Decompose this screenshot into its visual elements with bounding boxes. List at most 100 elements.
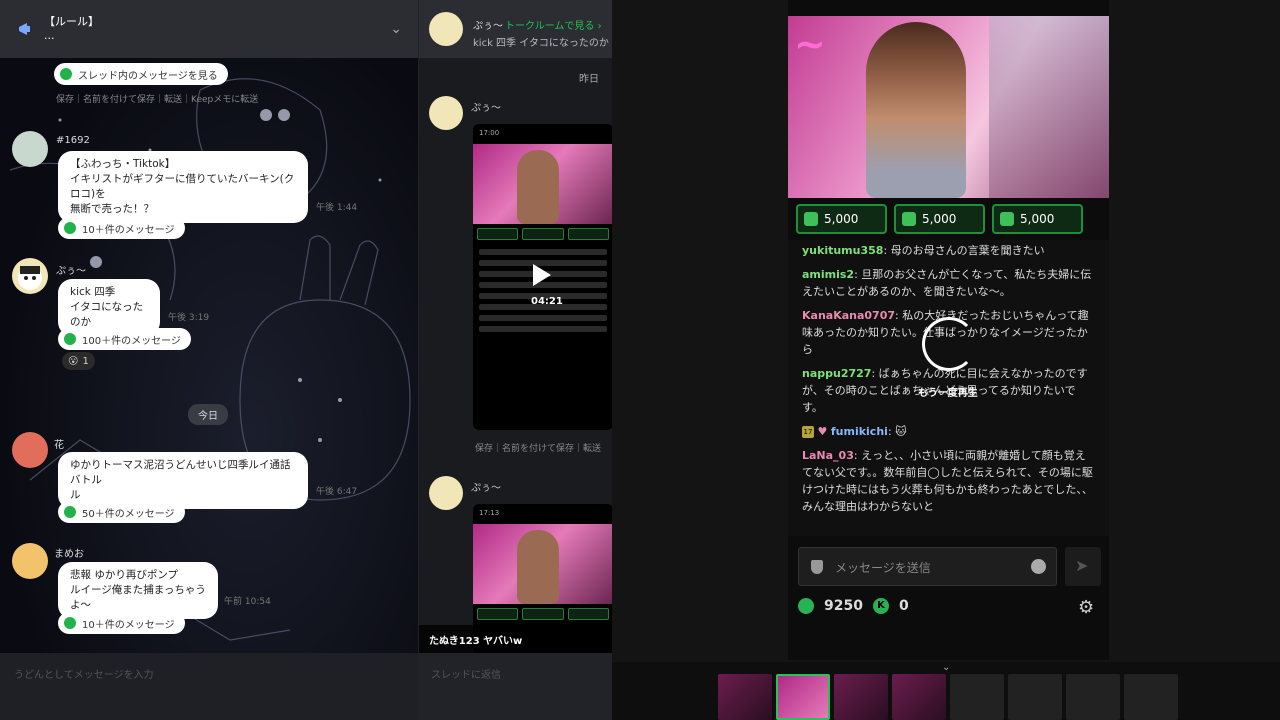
- video-background-room: [989, 16, 1109, 198]
- comment-user[interactable]: KanaKana0707: [802, 309, 895, 322]
- thumbnail[interactable]: [718, 674, 772, 720]
- avatar[interactable]: [429, 96, 463, 130]
- shield-icon: [811, 560, 823, 574]
- sticker-icon: 🐱: [895, 425, 907, 438]
- thread-count-button[interactable]: 50＋件のメッセージ: [58, 501, 185, 523]
- thread-icon: [64, 222, 76, 234]
- sender-name: 花: [54, 440, 64, 451]
- thread-count-button[interactable]: 10＋件のメッセージ: [58, 217, 185, 239]
- comment-user[interactable]: yukitumu358: [802, 244, 883, 257]
- shot-status-time: 17:13: [479, 509, 500, 517]
- video-attachment[interactable]: 17:00 04:21: [473, 124, 612, 430]
- gift-button[interactable]: 5,000: [894, 204, 985, 234]
- thread-icon: [64, 333, 76, 345]
- gear-icon[interactable]: ⚙: [1078, 597, 1094, 618]
- comment-user[interactable]: fumikichi: [831, 425, 888, 438]
- chevron-down-icon[interactable]: ⌄: [390, 21, 402, 37]
- send-button[interactable]: ➤: [1065, 547, 1101, 586]
- message-time: 午後 1:44: [316, 203, 358, 213]
- thumbnail[interactable]: [950, 674, 1004, 720]
- chevron-down-icon[interactable]: ⌄: [942, 662, 950, 673]
- thumbnail[interactable]: [776, 674, 830, 720]
- play-icon[interactable]: [533, 264, 551, 286]
- thumbnail[interactable]: [1066, 674, 1120, 720]
- post-author: ぷぅ〜: [471, 483, 501, 494]
- gift-button[interactable]: 5,000: [796, 204, 887, 234]
- send-message-input[interactable]: メッセージを送信: [798, 547, 1057, 586]
- shot-status-time: 17:00: [479, 129, 500, 137]
- neon-sign-icon: ~: [794, 22, 826, 66]
- coin-icon: [798, 598, 814, 614]
- avatar[interactable]: [12, 432, 48, 468]
- shot-video-preview: [473, 524, 612, 604]
- gift-amount: 5,000: [922, 212, 957, 226]
- overlay-comment: たぬき123 ヤバいw: [419, 625, 612, 653]
- chat-comment: yukitumu358: 母のお母さんの言葉を聞きたい: [802, 244, 1045, 257]
- message-time: 午前 10:54: [224, 597, 271, 607]
- date-label: 昨日: [579, 74, 599, 85]
- reaction-count: 1: [82, 355, 89, 367]
- shot-gift-boxes: [473, 604, 612, 624]
- gift-button[interactable]: 5,000: [992, 204, 1083, 234]
- gift-bar: 5,000 5,000 5,000: [796, 204, 1083, 234]
- thread-count-label: 100＋件のメッセージ: [82, 335, 181, 347]
- gift-icon: [1000, 212, 1014, 226]
- thread-panel: ぷぅ〜 トークルームで見る › kick 四季 イタコになったのか 昨日 ぷぅ〜…: [418, 0, 612, 720]
- date-separator: 今日: [188, 404, 228, 425]
- thread-count-button[interactable]: 10＋件のメッセージ: [58, 612, 185, 634]
- thumbnail-strip: ⌄: [612, 662, 1280, 720]
- kick-icon: K: [872, 598, 889, 614]
- thumbnail[interactable]: [1008, 674, 1062, 720]
- avatar[interactable]: [12, 131, 48, 167]
- comment-user[interactable]: LaNa_03: [802, 449, 854, 462]
- thumbnail[interactable]: [1124, 674, 1178, 720]
- thread-count-button[interactable]: 100＋件のメッセージ: [58, 328, 191, 350]
- replay-label[interactable]: もう一度再生: [918, 384, 978, 399]
- stream-video[interactable]: ~: [788, 16, 1109, 198]
- replay-icon[interactable]: [922, 317, 976, 371]
- thread-reply-input[interactable]: スレッドに返信: [419, 653, 612, 720]
- comment-user[interactable]: nappu2727: [802, 367, 871, 380]
- avatar[interactable]: [429, 12, 463, 46]
- chat-panel: 【ルール】 ... ⌄ スレッド内のメッセージを見る 保存｜名前を付けて保存｜転…: [0, 0, 418, 720]
- shot-gift-boxes: [473, 224, 612, 244]
- character-avatar-icon: [18, 266, 42, 290]
- announcement-subtitle: ...: [44, 29, 55, 42]
- sender-name: ぷぅ〜: [56, 266, 86, 277]
- thread-subtitle: kick 四季 イタコになったのか: [473, 38, 609, 49]
- avatar[interactable]: [12, 258, 48, 294]
- heart-icon: ♥: [817, 425, 828, 438]
- view-thread-label: スレッド内のメッセージを見る: [78, 70, 218, 82]
- message-time: 午後 6:47: [316, 487, 358, 497]
- message-input-placeholder: うどんとしてメッセージを入力: [14, 670, 154, 681]
- message-bubble[interactable]: 【ふわっち・Tiktok】 イキリストがギフターに借りていたバーキン(クロコ)を…: [58, 151, 308, 223]
- message-input[interactable]: うどんとしてメッセージを入力: [0, 653, 418, 720]
- stream-panel: ~ 5,000 5,000 5,000 yukitumu358: 母のお母さんの…: [612, 0, 1280, 720]
- coin-count: 9250: [824, 598, 863, 614]
- view-in-talkroom-link[interactable]: トークルームで見る ›: [505, 17, 602, 32]
- announcement-text: 【ルール】 ...: [44, 15, 390, 43]
- kick-count: 0: [898, 598, 909, 614]
- message-actions[interactable]: 保存｜名前を付けて保存｜転送: [475, 441, 601, 454]
- thumbnail[interactable]: [892, 674, 946, 720]
- sender-name: まめお: [54, 549, 84, 560]
- message-time: 午後 3:19: [168, 313, 210, 323]
- emoji-icon[interactable]: [1031, 559, 1046, 574]
- thread-count-label: 50＋件のメッセージ: [82, 508, 175, 520]
- chat-comment: 17 ♥ fumikichi: 🐱: [802, 425, 907, 438]
- avatar[interactable]: [12, 543, 48, 579]
- view-thread-button[interactable]: スレッド内のメッセージを見る: [54, 63, 228, 85]
- reaction-badge[interactable]: 😮 1: [62, 352, 95, 370]
- comment-user[interactable]: amimis2: [802, 268, 854, 281]
- avatar[interactable]: [429, 476, 463, 510]
- post-author: ぷぅ〜: [471, 103, 501, 114]
- level-badge: 17: [802, 426, 814, 438]
- gift-icon: [804, 212, 818, 226]
- message-bubble[interactable]: 悲報 ゆかり再びポンプ ルイージ俺また捕まっちゃうよ〜: [58, 562, 218, 619]
- gift-icon: [902, 212, 916, 226]
- announcement-bar[interactable]: 【ルール】 ... ⌄: [0, 0, 418, 58]
- thread-icon: [60, 68, 72, 80]
- message-actions[interactable]: 保存｜名前を付けて保存｜転送｜Keepメモに転送: [56, 92, 258, 105]
- thumbnail[interactable]: [834, 674, 888, 720]
- sender-name: #1692: [56, 135, 90, 146]
